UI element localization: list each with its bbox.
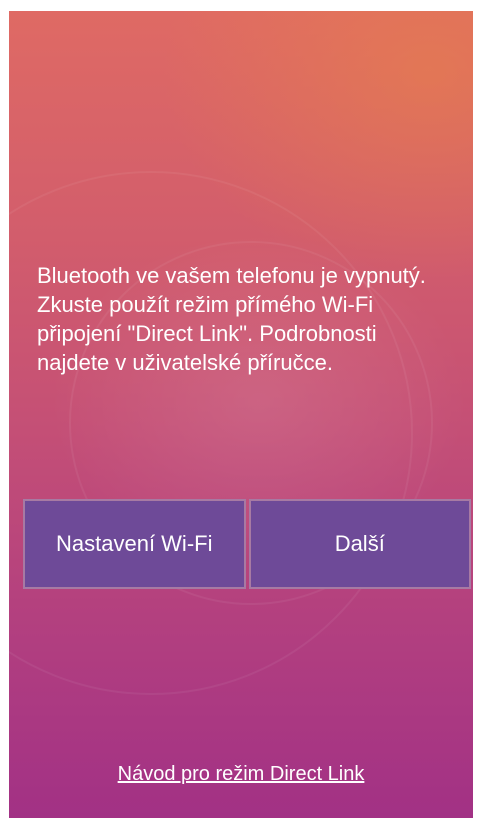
- app-screen: Bluetooth ve vašem telefonu je vypnutý. …: [9, 11, 473, 818]
- next-button[interactable]: Další: [248, 499, 471, 589]
- bluetooth-off-message: Bluetooth ve vašem telefonu je vypnutý. …: [37, 263, 426, 375]
- direct-link-guide-link[interactable]: Návod pro režim Direct Link: [9, 763, 473, 786]
- action-buttons: Nastavení Wi-Fi Další: [23, 499, 471, 589]
- wifi-settings-button[interactable]: Nastavení Wi-Fi: [23, 499, 246, 589]
